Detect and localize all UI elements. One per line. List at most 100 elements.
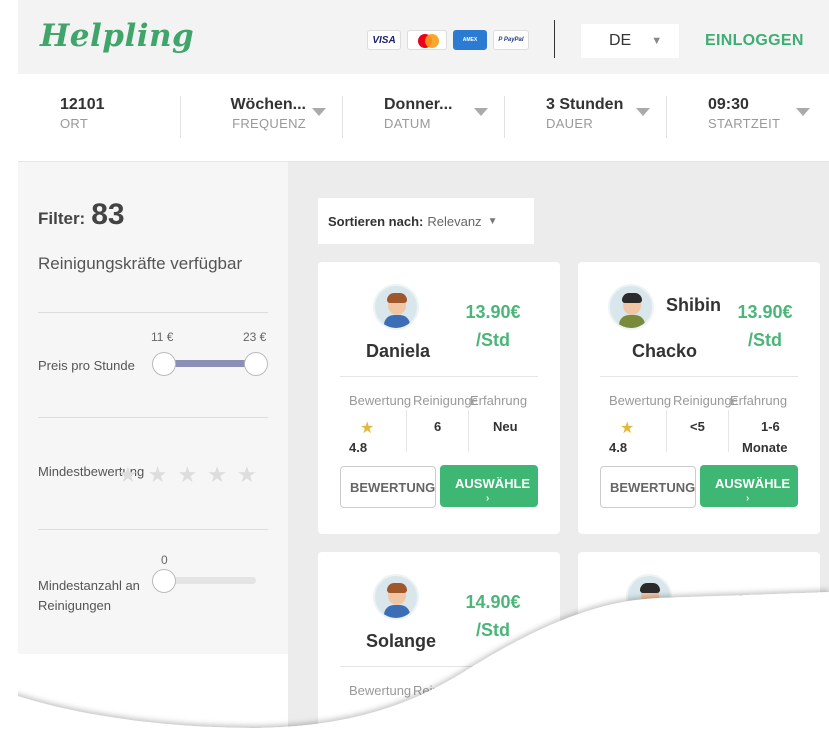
price-value: 13.90€ [737, 302, 793, 322]
filter-label: Filter: [38, 209, 86, 228]
paypal-icon: P PayPal [493, 30, 529, 50]
top-header: Helpling VISA AMEX P PayPal DE ▼ EINLOGG… [18, 0, 829, 74]
chevron-down-icon [474, 108, 488, 116]
divider [38, 529, 268, 530]
experience-header: Erfahrung [470, 393, 528, 408]
divider [406, 410, 407, 452]
divider [340, 376, 538, 377]
star-icon: ★ [360, 420, 375, 437]
rating-value: 4.8 [349, 440, 368, 455]
cleanings-value: 6 [434, 419, 442, 434]
select-label: AUSWÄHLE [455, 476, 531, 491]
rating-header: Bewertung [349, 683, 412, 698]
star-icon[interactable]: ★ [118, 462, 138, 488]
available-text: Reinigungskräfte verfügbar [38, 254, 243, 273]
cleaner-card[interactable]: Shibin Chacko 13.90€ /Std Bewertung Rein… [578, 262, 820, 534]
price-label: Preis pro Stunde [38, 358, 135, 373]
hourly-price: 14.90€ /Std [458, 588, 528, 644]
cleaner-card[interactable]: Solange 14.90€ /Std Bewertung Reinigunge… [318, 552, 560, 737]
price-value: 14.90€ [465, 592, 521, 612]
location-field[interactable]: 12101 ORT [60, 96, 105, 131]
min-cleanings-handle[interactable] [152, 569, 176, 593]
visa-icon: VISA [367, 30, 401, 50]
cleaner-first-name: Shibin [666, 295, 721, 315]
price-unit: /Std [476, 620, 510, 640]
language-select[interactable]: DE ▼ [581, 24, 679, 58]
hourly-price: 13.90€ /Std [730, 298, 800, 354]
star-icon[interactable]: ★ [237, 462, 257, 488]
booking-bar: 12101 ORT Wöchen... FREQUENZ Donner... D… [18, 74, 829, 162]
price-unit: /Std [476, 330, 510, 350]
divider [38, 417, 268, 418]
divider [342, 96, 343, 138]
price-min-handle[interactable] [152, 352, 176, 376]
chevron-down-icon: ▼ [651, 35, 663, 47]
price-unit: /Std [748, 330, 782, 350]
select-button[interactable]: AUSWÄHLE › [440, 465, 538, 507]
avatar [626, 574, 672, 620]
sort-label: Sortieren nach: [328, 213, 424, 229]
header-divider [554, 20, 555, 58]
helpling-logo[interactable]: Helpling [40, 18, 194, 54]
duration-label: DAUER [546, 116, 594, 131]
divider [340, 666, 538, 667]
price-value: 14.70€ [735, 592, 791, 612]
date-value: Donner... [384, 96, 453, 113]
cleanings-header: Reinigungen [413, 393, 477, 408]
frequency-field[interactable]: Wöchen... FREQUENZ [222, 96, 306, 131]
divider [666, 410, 667, 452]
star-icon[interactable]: ★ [148, 462, 168, 488]
hourly-price: 13.90€ /Std [458, 298, 528, 354]
experience-value: 1-6 [761, 419, 780, 434]
chevron-down-icon [796, 108, 810, 116]
star-icon[interactable]: ★ [177, 462, 197, 488]
language-value: DE [609, 32, 632, 49]
divider [600, 376, 798, 377]
select-button[interactable]: AUSWÄHLE › [700, 465, 798, 507]
start-time-field[interactable]: 09:30 STARTZEIT [708, 96, 780, 131]
reviews-button[interactable]: BEWERTUNG [600, 466, 696, 508]
location-value: 12101 [60, 96, 105, 113]
star-icon[interactable]: ★ [207, 462, 227, 488]
date-field[interactable]: Donner... DATUM [384, 96, 452, 131]
frequency-value: Wöchen... [230, 96, 306, 113]
rating-value: 4.8 [609, 440, 628, 455]
chevron-down-icon [312, 108, 326, 116]
experience-header: Erfahrung [730, 393, 788, 408]
cleaner-card[interactable]: 14.70€ [578, 552, 820, 737]
rating-header: Bewertung [349, 393, 412, 408]
results-area: Sortieren nach: Relevanz ▼ Daniela 13.90… [288, 162, 829, 737]
cleaner-name: Daniela [366, 341, 431, 361]
price-max-handle[interactable] [244, 352, 268, 376]
avatar [373, 574, 419, 620]
price-range-track[interactable] [164, 360, 256, 367]
divider [666, 96, 667, 138]
divider [504, 96, 505, 138]
duration-field[interactable]: 3 Stunden DAUER [546, 96, 623, 131]
price-value: 13.90€ [465, 302, 521, 322]
divider [468, 410, 469, 452]
divider [180, 96, 181, 138]
reviews-button[interactable]: BEWERTUNG [340, 466, 436, 508]
cleaner-name: Solange [366, 631, 437, 651]
cleanings-header: Reinigungen [413, 683, 477, 698]
login-link[interactable]: EINLOGGEN [705, 32, 804, 50]
frequency-label: FREQUENZ [232, 116, 306, 131]
filter-sidebar: Filter: 83 Reinigungskräfte verfügbar 11 … [18, 162, 288, 654]
chevron-right-icon: › [746, 493, 750, 504]
sort-dropdown[interactable]: Sortieren nach: Relevanz ▼ [318, 198, 534, 244]
start-time-value: 09:30 [708, 96, 749, 113]
price-min: 11 € [151, 330, 174, 344]
cleanings-header: Reinigungen [673, 393, 737, 408]
filter-heading: Filter: 83 [38, 198, 125, 232]
experience-value: Neu [493, 419, 518, 434]
min-cleanings-label: Mindestanzahl an Reinigungen [38, 578, 140, 613]
chevron-right-icon: › [486, 493, 490, 504]
rating-stars[interactable]: ★ ★ ★ ★ ★ [118, 462, 257, 488]
duration-value: 3 Stunden [546, 96, 624, 113]
min-cleanings-track[interactable] [164, 577, 256, 584]
avatar [608, 284, 654, 330]
hourly-price: 14.70€ [718, 588, 808, 616]
cleaner-card[interactable]: Daniela 13.90€ /Std Bewertung Reinigunge… [318, 262, 560, 534]
divider [38, 312, 268, 313]
